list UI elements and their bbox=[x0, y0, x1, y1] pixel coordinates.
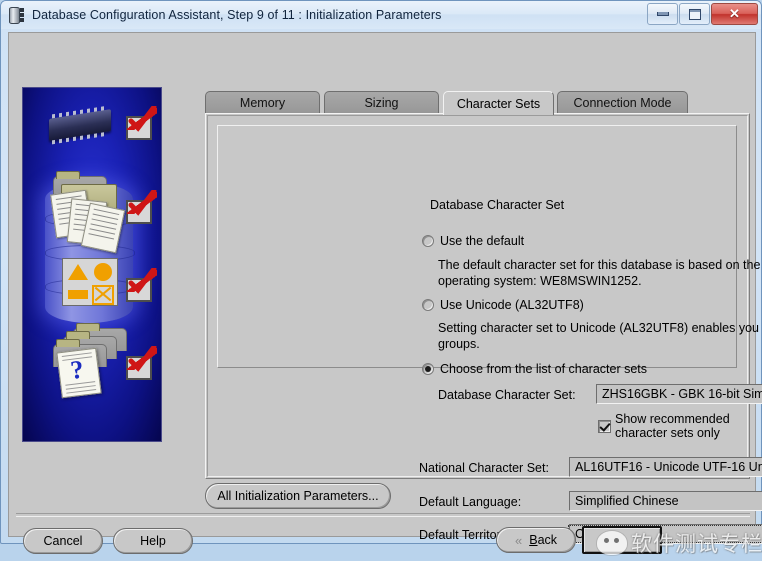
checkbox-icon bbox=[598, 419, 611, 433]
tab-label: Character Sets bbox=[456, 96, 541, 111]
next-button[interactable] bbox=[582, 526, 662, 554]
documents-icon bbox=[47, 171, 126, 254]
tab-strip: Memory Sizing Character Sets Connection … bbox=[205, 91, 750, 115]
back-button-mnemonic: B bbox=[529, 533, 538, 547]
chip-icon bbox=[49, 109, 111, 141]
db-charset-label: Database Character Set: bbox=[438, 388, 576, 402]
radio-label: Use Unicode (AL32UTF8) bbox=[440, 298, 584, 312]
show-recommended-checkbox[interactable]: Show recommended character sets only bbox=[598, 412, 749, 440]
radio-use-unicode[interactable]: Use Unicode (AL32UTF8) bbox=[422, 298, 584, 312]
tab-label: Memory bbox=[239, 96, 286, 110]
national-charset-select[interactable]: AL16UTF16 - Unicode UTF-16 Universal cha… bbox=[569, 457, 762, 477]
radio-label: Use the default bbox=[440, 234, 525, 248]
chevron-left-icon: « bbox=[514, 532, 523, 548]
national-charset-label: National Character Set: bbox=[419, 461, 549, 475]
db-charset-select[interactable]: ZHS16GBK - GBK 16-bit Simplified Chinese bbox=[596, 384, 762, 404]
objects-icon bbox=[62, 258, 118, 306]
radio-icon bbox=[422, 235, 434, 247]
button-label: Cancel bbox=[43, 534, 83, 548]
use-unicode-description: Setting character set to Unicode (AL32UT… bbox=[438, 321, 762, 351]
all-initialization-parameters-button[interactable]: All Initialization Parameters... bbox=[205, 483, 391, 509]
back-button[interactable]: « Back bbox=[496, 527, 576, 553]
tab-content-panel: Database Character Set Use the default T… bbox=[205, 113, 762, 544]
title-bar[interactable]: Database Configuration Assistant, Step 9… bbox=[1, 1, 761, 29]
tab-label: Connection Mode bbox=[573, 96, 672, 110]
default-language-label: Default Language: bbox=[419, 495, 522, 509]
database-icon bbox=[8, 6, 26, 24]
tab-character-sets[interactable]: Character Sets bbox=[443, 91, 554, 115]
default-language-select[interactable]: Simplified Chinese bbox=[569, 491, 762, 511]
window-title: Database Configuration Assistant, Step 9… bbox=[32, 8, 442, 22]
step-checkmarks bbox=[117, 88, 157, 441]
db-charset-value: ZHS16GBK - GBK 16-bit Simplified Chinese bbox=[602, 387, 762, 401]
radio-icon bbox=[422, 299, 434, 311]
checkbox-label: Show recommended character sets only bbox=[615, 412, 730, 440]
default-language-value: Simplified Chinese bbox=[575, 494, 679, 508]
footer-divider bbox=[16, 513, 750, 517]
button-label: Help bbox=[140, 534, 166, 548]
tab-label: Sizing bbox=[364, 96, 399, 110]
minimize-button[interactable] bbox=[647, 3, 678, 25]
national-charset-value: AL16UTF16 - Unicode UTF-16 Universal cha… bbox=[575, 460, 762, 474]
button-label: All Initialization Parameters... bbox=[217, 489, 379, 503]
application-window: Database Configuration Assistant, Step 9… bbox=[0, 0, 762, 556]
tab-sizing[interactable]: Sizing bbox=[324, 91, 439, 114]
cancel-button[interactable]: Cancel bbox=[23, 528, 103, 554]
wizard-illustration: ? bbox=[22, 87, 162, 442]
window-controls: ✕ bbox=[646, 3, 758, 25]
tab-connection-mode[interactable]: Connection Mode bbox=[557, 91, 688, 114]
radio-choose-from-list[interactable]: Choose from the list of character sets bbox=[422, 362, 647, 376]
client-area: ? Memory Sizing Character Sets Connectio… bbox=[8, 32, 762, 556]
group-title: Database Character Set bbox=[425, 198, 570, 212]
maximize-button[interactable] bbox=[679, 3, 710, 25]
radio-use-default[interactable]: Use the default bbox=[422, 234, 524, 248]
radio-icon bbox=[422, 363, 434, 375]
tab-memory[interactable]: Memory bbox=[205, 91, 320, 114]
back-button-label: ack bbox=[537, 533, 558, 547]
close-button[interactable]: ✕ bbox=[711, 3, 758, 25]
use-default-description: The default character set for this datab… bbox=[438, 258, 762, 288]
help-button[interactable]: Help bbox=[113, 528, 193, 554]
radio-label: Choose from the list of character sets bbox=[440, 362, 648, 376]
